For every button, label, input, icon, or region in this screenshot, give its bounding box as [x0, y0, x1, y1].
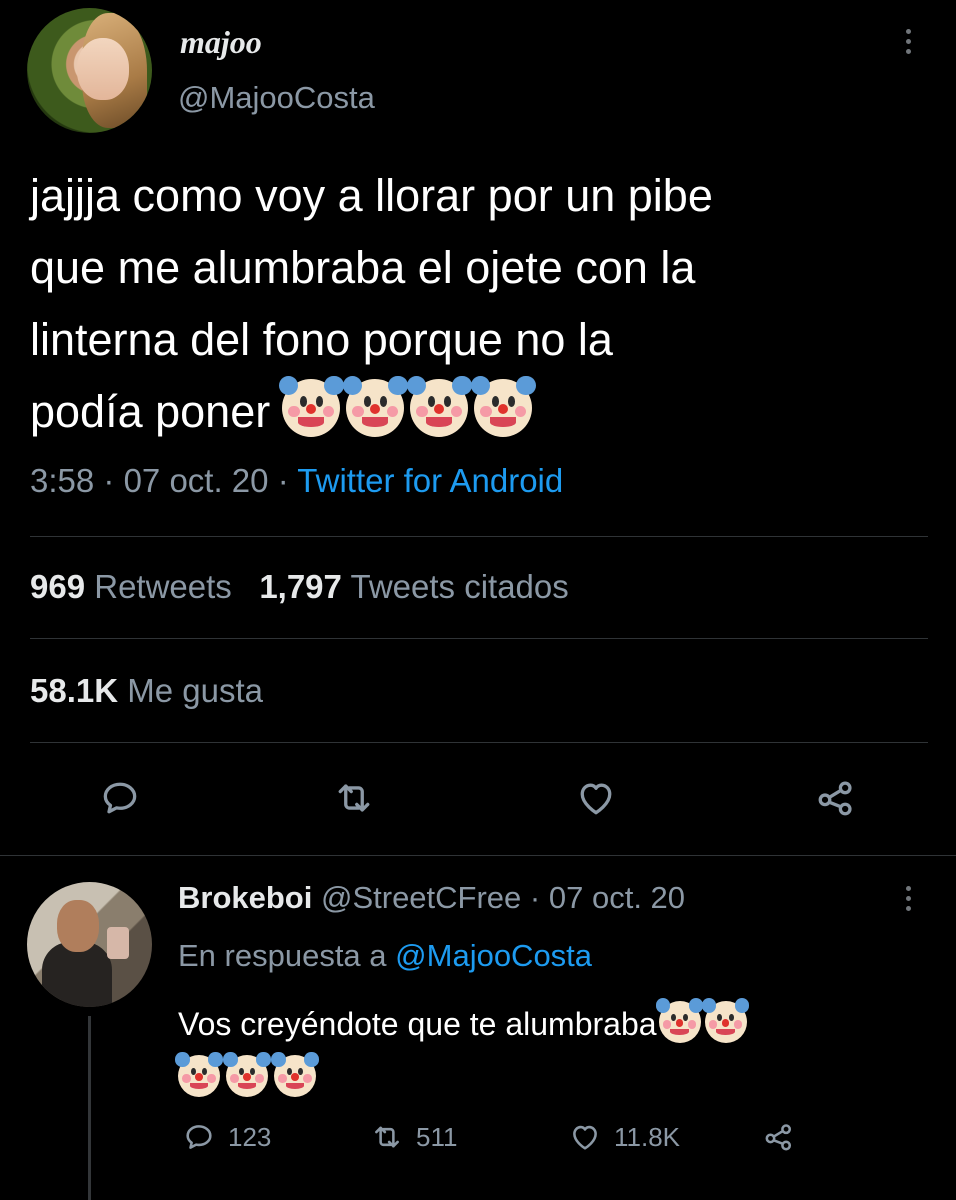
- reply-display-name[interactable]: Brokeboi: [178, 880, 312, 915]
- heart-icon: [580, 783, 612, 815]
- like-count: 11.8K: [614, 1121, 681, 1152]
- clown-face-icon: [470, 375, 536, 437]
- divider: [30, 638, 928, 639]
- share-button[interactable]: [814, 776, 864, 820]
- reply-author-avatar[interactable]: [27, 882, 152, 1007]
- tweet-meta: 3:58 · 07 oct. 20 · Twitter for Android: [30, 462, 563, 500]
- in-reply-to: En respuesta a @MajooCosta: [178, 938, 592, 974]
- retweet-button[interactable]: [332, 776, 382, 820]
- clown-face-icon: [656, 998, 704, 1043]
- tweet-time[interactable]: 3:58: [30, 462, 94, 499]
- meta-separator: ·: [103, 462, 115, 499]
- avatar-head: [57, 900, 99, 952]
- author-handle[interactable]: @MajooCosta: [178, 80, 375, 116]
- retweets-label: Retweets: [94, 568, 232, 605]
- reply-handle[interactable]: @StreetCFree: [321, 880, 521, 915]
- retweets-link[interactable]: 969 Retweets: [30, 568, 232, 605]
- clown-face-icon: [223, 1052, 271, 1097]
- avatar-phone: [107, 927, 129, 959]
- clown-face-icon: [278, 375, 344, 437]
- reply-more-options-icon[interactable]: [904, 886, 912, 911]
- reply-reply-button[interactable]: 123: [182, 1120, 271, 1154]
- like-button[interactable]: [574, 776, 624, 820]
- reply-share-button[interactable]: [762, 1120, 796, 1154]
- likes-label: Me gusta: [127, 672, 263, 709]
- retweet-icon: [338, 784, 370, 812]
- reply-button[interactable]: [98, 776, 148, 820]
- reply-header: Brokeboi @StreetCFree · 07 oct. 20: [178, 880, 685, 916]
- author-avatar[interactable]: [27, 8, 152, 133]
- avatar-face: [77, 38, 129, 100]
- section-divider: [0, 855, 956, 856]
- tweet-emoji-row: [278, 375, 536, 437]
- reply-icon: [186, 1125, 212, 1149]
- in-reply-mention[interactable]: @MajooCosta: [395, 938, 592, 973]
- reply-like-button[interactable]: 11.8K: [568, 1120, 680, 1154]
- share-icon: [765, 1124, 792, 1151]
- meta-separator: ·: [529, 880, 541, 915]
- likes-stats[interactable]: 58.1K Me gusta: [30, 672, 263, 710]
- reply-count: 123: [228, 1121, 272, 1152]
- quotes-label: Tweets citados: [350, 568, 569, 605]
- more-options-icon[interactable]: [904, 29, 912, 54]
- reply-date[interactable]: 07 oct. 20: [549, 880, 685, 915]
- divider: [30, 536, 928, 537]
- clown-face-icon: [271, 1052, 319, 1097]
- retweet-stats: 969 Retweets 1,797 Tweets citados: [30, 568, 569, 606]
- retweet-icon: [375, 1126, 399, 1148]
- retweets-count: 969: [30, 568, 86, 605]
- divider: [30, 742, 928, 743]
- reply-icon: [103, 782, 137, 814]
- meta-separator: ·: [277, 462, 289, 499]
- author-display-name[interactable]: majoo: [180, 24, 262, 61]
- clown-face-icon: [406, 375, 472, 437]
- quotes-count: 1,797: [259, 568, 342, 605]
- reply-body: Vos creyéndote que te alumbraba: [178, 1006, 657, 1042]
- tweet-source-link[interactable]: Twitter for Android: [297, 462, 563, 499]
- reply-emoji-row: [175, 1052, 319, 1097]
- clown-face-icon: [342, 375, 408, 437]
- clown-face-icon: [702, 998, 750, 1043]
- in-reply-prefix: En respuesta a: [178, 938, 387, 973]
- heart-icon: [573, 1125, 597, 1150]
- likes-count: 58.1K: [30, 672, 119, 709]
- tweet-text: jajjja como voy a llorar por un pibe que…: [30, 160, 930, 448]
- reply-emoji-row: [656, 998, 750, 1043]
- share-icon: [818, 781, 852, 816]
- quotes-link[interactable]: 1,797 Tweets citados: [259, 568, 568, 605]
- tweet-date[interactable]: 07 oct. 20: [124, 462, 269, 499]
- thread-line: [88, 1016, 91, 1200]
- retweet-count: 511: [416, 1121, 458, 1152]
- reply-retweet-button[interactable]: 511: [370, 1120, 457, 1154]
- reply-text: Vos creyéndote que te alumbraba: [175, 996, 918, 1108]
- clown-face-icon: [175, 1052, 223, 1097]
